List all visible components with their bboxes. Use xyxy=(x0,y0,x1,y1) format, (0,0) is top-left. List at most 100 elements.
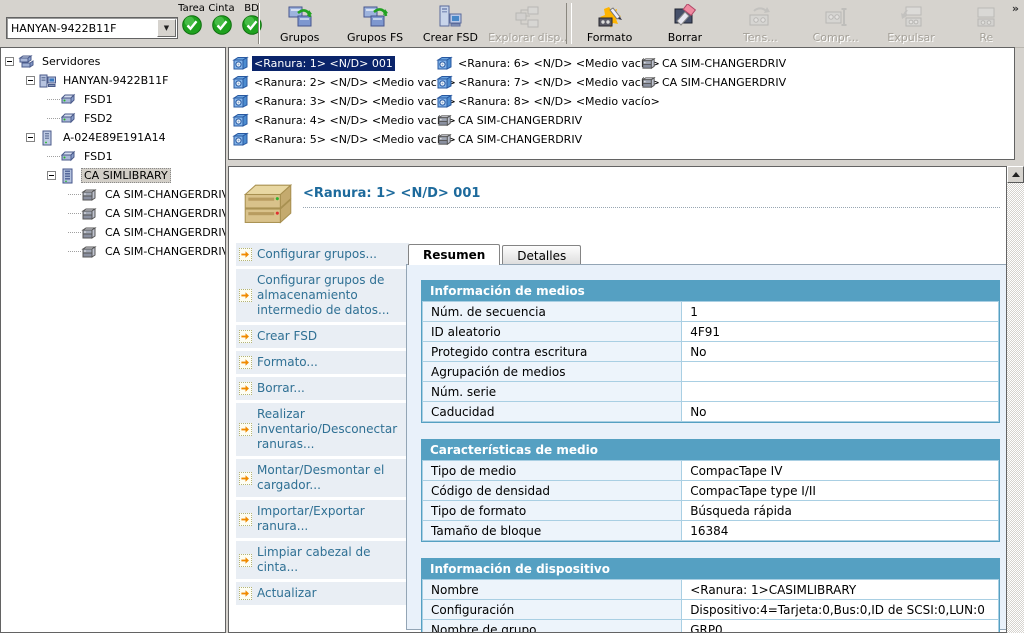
link-arrow-icon xyxy=(239,289,252,302)
changer-icon xyxy=(640,56,658,71)
tree-item-fsd1[interactable]: FSD1 xyxy=(1,90,225,109)
device-list-item[interactable]: CA SIM-CHANGERDRIV xyxy=(436,111,662,130)
device-list-item[interactable]: CA SIM-CHANGERDRIV xyxy=(640,54,788,73)
action-label: Crear FSD xyxy=(257,329,317,344)
link-arrow-icon xyxy=(239,382,252,395)
action-configurar-grupos-de-almacenamiento-intermedio-de-datos[interactable]: Configurar grupos de almacenamiento inte… xyxy=(236,269,409,322)
table-row: Agrupación de medios xyxy=(423,362,999,382)
tree-item-ca-sim-changerdriv[interactable]: CA SIM-CHANGERDRIV xyxy=(1,223,225,242)
device-list-panel: <Ranura: 1> <N/D> 001<Ranura: 2> <N/D> <… xyxy=(228,47,1015,160)
toolbar-overflow-chevron[interactable]: » xyxy=(1012,2,1019,15)
tree-guide xyxy=(47,118,60,119)
status-tarea: Tarea xyxy=(179,3,204,38)
grupos-button[interactable]: Grupos xyxy=(262,1,337,47)
device-list-item[interactable]: <Ranura: 3> <N/D> <Medio vacío> xyxy=(232,92,458,111)
grupos-fs-button[interactable]: Grupos FS xyxy=(337,1,412,47)
device-list-item[interactable]: <Ranura: 8> <N/D> <Medio vacío> xyxy=(436,92,662,111)
device-list-item-label: <Ranura: 3> <N/D> <Medio vacío> xyxy=(252,94,458,109)
title-rule xyxy=(303,207,1000,208)
device-list-column: CA SIM-CHANGERDRIVCA SIM-CHANGERDRIV xyxy=(640,54,788,92)
tree-item-hanyan-9422b11f[interactable]: HANYAN-9422B11F xyxy=(1,71,225,90)
device-list-item[interactable]: <Ranura: 6> <N/D> <Medio vacío> xyxy=(436,54,662,73)
fsd-icon xyxy=(60,92,77,108)
formato-icon xyxy=(595,4,625,30)
row-value: No xyxy=(682,342,999,362)
toolbar-button-label: Tens... xyxy=(743,31,778,44)
tree-item-fsd1[interactable]: FSD1 xyxy=(1,147,225,166)
device-list-item[interactable]: <Ranura: 7> <N/D> <Medio vacío> xyxy=(436,73,662,92)
tree-item-label: CA SIM-CHANGERDRIV xyxy=(102,206,226,221)
combo-dropdown-button[interactable]: ▼ xyxy=(157,19,176,37)
tree-expander-icon[interactable] xyxy=(26,76,35,85)
info-section: Información de dispositivoNombre<Ranura:… xyxy=(421,558,1000,633)
device-list-item[interactable]: CA SIM-CHANGERDRIV xyxy=(436,130,662,149)
toolbar-button-label: Compr... xyxy=(813,31,859,44)
slot-icon xyxy=(436,94,454,109)
fsd-icon xyxy=(60,111,77,127)
scroll-up-button[interactable] xyxy=(1007,166,1024,183)
tree-item-a-024e89e191a14[interactable]: A-024E89E191A14 xyxy=(1,128,225,147)
tab-detalles[interactable]: Detalles xyxy=(502,245,581,265)
tree-expander-icon[interactable] xyxy=(47,171,56,180)
tree-item-label: CA SIM-CHANGERDRIV xyxy=(102,225,226,240)
action-configurar-grupos[interactable]: Configurar grupos... xyxy=(236,243,409,266)
action-borrar[interactable]: Borrar... xyxy=(236,377,409,400)
info-section: Información de mediosNúm. de secuencia1I… xyxy=(421,280,1000,423)
tens-button: Tens... xyxy=(723,1,798,47)
server-combo[interactable]: HANYAN-9422B11F ▼ xyxy=(6,17,178,39)
row-label: Tamaño de bloque xyxy=(423,521,682,541)
tree-item-ca-sim-changerdriv[interactable]: CA SIM-CHANGERDRIV xyxy=(1,204,225,223)
device-list-item[interactable]: <Ranura: 4> <N/D> <Medio vacío> xyxy=(232,111,458,130)
action-montar-desmontar-el-cargador[interactable]: Montar/Desmontar el cargador... xyxy=(236,459,409,497)
tree-item-label: A-024E89E191A14 xyxy=(60,130,169,145)
tree-item-ca-sim-changerdriv[interactable]: CA SIM-CHANGERDRIV xyxy=(1,185,225,204)
tensar-icon xyxy=(745,4,775,30)
tree-guide xyxy=(47,156,60,157)
toolbar-button-label: Crear FSD xyxy=(423,31,478,44)
re-icon xyxy=(971,4,1001,30)
status-label: Tarea xyxy=(178,3,205,14)
tree-item-label: FSD1 xyxy=(81,149,116,164)
action-formato[interactable]: Formato... xyxy=(236,351,409,374)
changer-icon xyxy=(81,244,98,260)
action-label: Limpiar cabezal de cinta... xyxy=(257,545,406,575)
action-actualizar[interactable]: Actualizar xyxy=(236,582,409,605)
row-value: GRP0 xyxy=(682,620,999,633)
tree-item-label: HANYAN-9422B11F xyxy=(60,73,171,88)
tree-expander-icon[interactable] xyxy=(5,57,14,66)
vertical-scrollbar[interactable] xyxy=(1007,166,1024,633)
borrar-button[interactable]: Borrar xyxy=(647,1,722,47)
section-header: Información de dispositivo xyxy=(422,559,999,579)
table-row: Nombre de grupoGRP0 xyxy=(423,620,999,633)
grupos-icon xyxy=(285,4,315,30)
action-limpiar-cabezal-de-cinta[interactable]: Limpiar cabezal de cinta... xyxy=(236,541,409,579)
action-crear-fsd[interactable]: Crear FSD xyxy=(236,325,409,348)
green-check-icon xyxy=(182,15,202,38)
device-list-item[interactable]: <Ranura: 5> <N/D> <Medio vacío> xyxy=(232,130,458,149)
action-links: Configurar grupos... Configurar grupos de… xyxy=(236,243,409,608)
changer-icon xyxy=(436,132,454,147)
tab-resumen[interactable]: Resumen xyxy=(408,244,500,265)
row-label: Núm. serie xyxy=(423,382,682,402)
action-importar-exportar-ranura[interactable]: Importar/Exportar ranura... xyxy=(236,500,409,538)
device-list-item[interactable]: <Ranura: 2> <N/D> <Medio vacío> xyxy=(232,73,458,92)
tree-item-ca-simlibrary[interactable]: CA SIMLIBRARY xyxy=(1,166,225,185)
tree-item-ca-sim-changerdriv[interactable]: CA SIM-CHANGERDRIV xyxy=(1,242,225,261)
row-value: 1 xyxy=(682,302,999,322)
tree-expander-icon[interactable] xyxy=(26,133,35,142)
table-row: Protegido contra escrituraNo xyxy=(423,342,999,362)
action-realizar-inventario-desconectar-ranuras[interactable]: Realizar inventario/Desconectar ranuras.… xyxy=(236,403,409,456)
table-row: Núm. de secuencia1 xyxy=(423,302,999,322)
formato-button[interactable]: Formato xyxy=(572,1,647,47)
info-table: Nombre<Ranura: 1>CASIMLIBRARYConfiguraci… xyxy=(422,579,999,633)
tree-item-fsd2[interactable]: FSD2 xyxy=(1,109,225,128)
servers-icon xyxy=(18,54,35,70)
link-arrow-icon xyxy=(239,423,252,436)
row-label: Agrupación de medios xyxy=(423,362,682,382)
device-list-item-label: <Ranura: 4> <N/D> <Medio vacío> xyxy=(252,113,458,128)
device-list-item[interactable]: <Ranura: 1> <N/D> 001 xyxy=(232,54,458,73)
tree-item-servidores[interactable]: Servidores xyxy=(1,52,225,71)
crear-fsd-button[interactable]: Crear FSD xyxy=(413,1,488,47)
device-list-item[interactable]: CA SIM-CHANGERDRIV xyxy=(640,73,788,92)
grupos-fs-icon xyxy=(360,4,390,30)
